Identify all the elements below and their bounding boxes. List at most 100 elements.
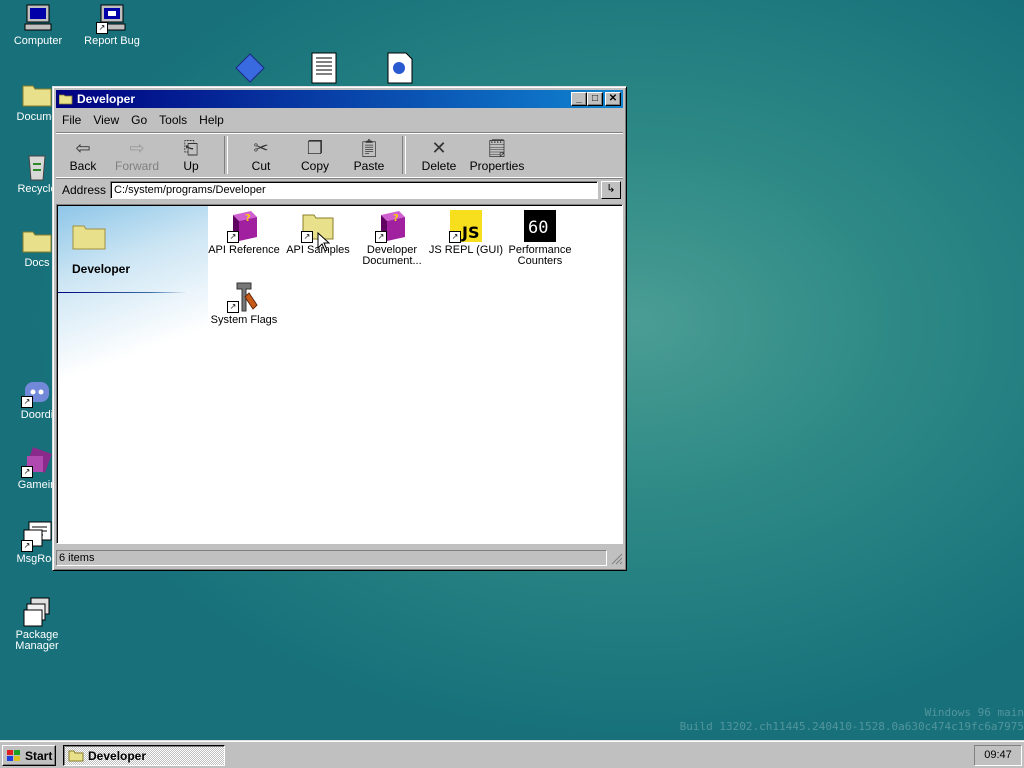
title-bar[interactable]: Developer _ □ ✕	[56, 90, 623, 108]
folder-icon	[68, 750, 84, 762]
explorer-window: Developer _ □ ✕ File View Go Tools Help …	[52, 86, 627, 571]
delete-label: Delete	[421, 159, 457, 173]
menu-go[interactable]: Go	[125, 113, 153, 127]
address-label: Address	[62, 183, 107, 197]
forward-label: Forward	[114, 159, 159, 173]
system-tray-clock[interactable]: 09:47	[974, 745, 1022, 766]
properties-label: Properties	[469, 159, 525, 173]
file-item-system-flags[interactable]: ↗ System Flags	[205, 279, 283, 326]
help-book-icon: ? ↗	[227, 209, 261, 243]
desktop-icon-computer[interactable]: Computer	[1, 2, 75, 47]
side-panel-divider	[58, 292, 190, 293]
svg-text:?: ?	[245, 213, 251, 224]
folder-icon	[59, 94, 73, 105]
paste-label: Paste	[353, 159, 385, 173]
start-button[interactable]: Start	[2, 745, 56, 766]
taskbar-item-developer[interactable]: Developer	[63, 745, 225, 766]
cut-button[interactable]: ✂ Cut	[234, 137, 288, 177]
up-label: Up	[183, 159, 199, 173]
svg-text:?: ?	[393, 213, 399, 224]
toolbar-separator	[402, 136, 406, 174]
documents-folder-icon	[21, 78, 53, 110]
copy-label: Copy	[300, 159, 329, 173]
scissors-icon: ✂	[253, 138, 269, 158]
desktop-diamond-icon[interactable]	[234, 52, 266, 87]
resize-grip-icon[interactable]	[609, 551, 623, 565]
maximize-button[interactable]: □	[587, 92, 603, 106]
paste-icon: 📋︎	[357, 138, 381, 158]
taskbar: Start Developer 09:47	[0, 740, 1024, 768]
toolbar-separator	[224, 136, 228, 174]
js-icon: JS ↗	[449, 209, 483, 243]
desktop-icon-package-manager[interactable]: Package Manager	[0, 596, 74, 652]
mouse-cursor-icon	[317, 232, 331, 252]
fps-badge: 60	[528, 218, 548, 238]
status-text: 6 items	[56, 550, 607, 566]
desktop-icon-label: Computer	[13, 35, 63, 47]
menu-view[interactable]: View	[87, 113, 125, 127]
watermark-line: Windows 96 main	[924, 706, 1024, 719]
go-arrow-icon: ↳	[606, 183, 616, 195]
cut-label: Cut	[251, 159, 271, 173]
go-button[interactable]: ↳	[601, 181, 621, 199]
back-button[interactable]: ⇦ Back	[56, 137, 110, 177]
menu-file[interactable]: File	[56, 113, 87, 127]
docs-folder-icon	[21, 224, 53, 256]
file-item-label: JS REPL (GUI)	[428, 244, 504, 256]
back-arrow-icon: ⇦	[75, 138, 91, 158]
forward-arrow-icon: ⇨	[129, 138, 145, 158]
status-bar: 6 items	[56, 549, 623, 567]
copy-button[interactable]: ❐ Copy	[288, 137, 342, 177]
side-panel: Developer	[58, 206, 208, 543]
recycle-bin-icon	[21, 150, 53, 182]
start-logo-icon	[7, 749, 20, 761]
folder-icon	[72, 225, 106, 250]
file-item-js-repl[interactable]: JS ↗ JS REPL (GUI)	[427, 209, 505, 256]
folder-content: Developer ? ↗ API Reference ↗ API Sample…	[56, 204, 623, 544]
tools-icon: ↗	[227, 279, 261, 313]
desktop-icon-label: Package Manager	[15, 629, 59, 652]
up-folder-icon: ⎗	[183, 138, 199, 158]
menu-tools[interactable]: Tools	[153, 113, 193, 127]
package-manager-icon	[21, 596, 53, 628]
game-icon: ↗	[21, 446, 53, 478]
toolbar: ⇦ Back ⇨ Forward ⎗ Up ✂ Cut ❐ Copy 📋︎ Pa…	[56, 132, 623, 178]
start-label: Start	[25, 748, 53, 763]
window-title: Developer	[77, 92, 136, 106]
computer-icon	[22, 2, 54, 34]
watermark-line: Build 13202.ch11445.240410-1528.0a630c47…	[679, 720, 1024, 733]
file-item-label: Performance Counters	[508, 244, 572, 267]
minimize-button[interactable]: _	[571, 92, 587, 106]
address-bar: Address ↳	[56, 179, 623, 201]
delete-button[interactable]: ✕ Delete	[412, 137, 466, 177]
fps-counter-icon: 60	[523, 209, 557, 243]
file-item-performance-counters[interactable]: 60 Performance Counters	[501, 209, 579, 267]
paste-button[interactable]: 📋︎ Paste	[342, 137, 396, 177]
address-input[interactable]	[110, 181, 598, 199]
build-watermark: Windows 96 main Build 13202.ch11445.2404…	[680, 706, 1024, 734]
close-button[interactable]: ✕	[605, 92, 621, 106]
desktop-icon-label: Report Bug	[84, 35, 140, 47]
file-item-developer-documentation[interactable]: ? ↗ Developer Document...	[353, 209, 431, 267]
back-label: Back	[69, 159, 97, 173]
taskbar-item-label: Developer	[88, 748, 147, 763]
properties-button[interactable]: 🗒︎ Properties	[466, 137, 528, 177]
copy-icon: ❐	[306, 138, 324, 158]
menu-help[interactable]: Help	[193, 113, 230, 127]
help-book-icon: ? ↗	[375, 209, 409, 243]
discord-icon: ↗	[21, 376, 53, 408]
svg-text:JS: JS	[461, 223, 479, 242]
desktop-web-document-icon[interactable]	[386, 52, 414, 87]
desktop-icon-report-bug[interactable]: ↗ Report Bug	[75, 2, 149, 47]
forward-button[interactable]: ⇨ Forward	[110, 137, 164, 177]
up-button[interactable]: ⎗ Up	[164, 137, 218, 177]
msgroom-icon: ↗	[21, 520, 53, 552]
menu-bar: File View Go Tools Help	[56, 111, 623, 129]
file-item-label: System Flags	[210, 314, 278, 326]
report-bug-icon: ↗	[96, 2, 128, 34]
side-panel-title: Developer	[72, 262, 131, 276]
file-item-label: Developer Document...	[362, 244, 422, 267]
properties-icon: 🗒︎	[485, 138, 509, 158]
desktop-notepad-icon[interactable]	[310, 52, 338, 87]
file-item-api-reference[interactable]: ? ↗ API Reference	[205, 209, 283, 256]
